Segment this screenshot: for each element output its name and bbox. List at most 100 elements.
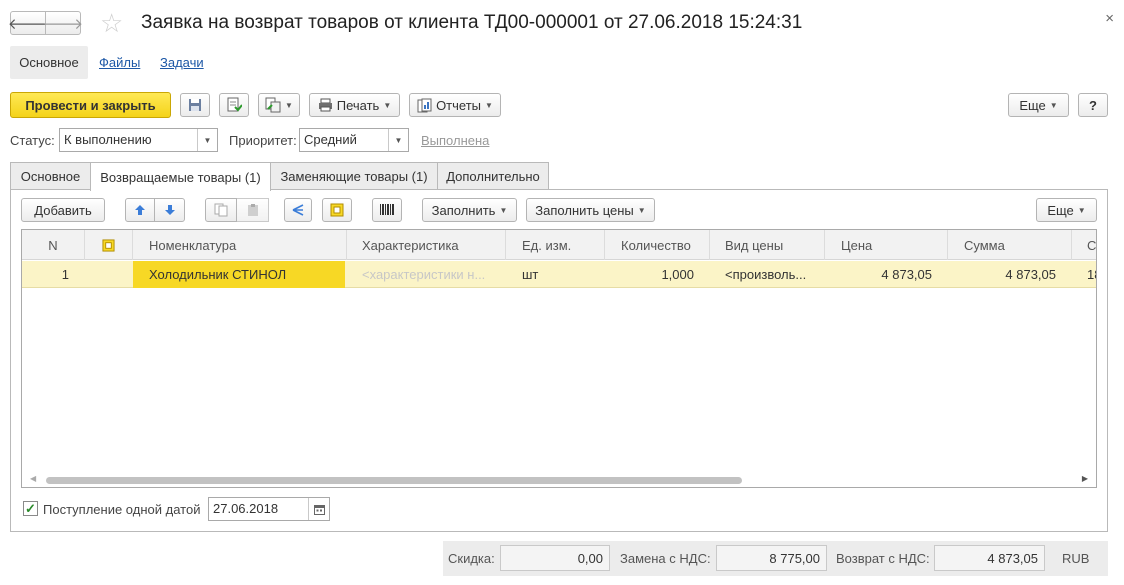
print-button[interactable]: Печать ▼ (309, 93, 400, 117)
scroll-left-icon[interactable]: ◀ (30, 474, 36, 483)
chevron-down-icon: ▼ (1049, 100, 1058, 110)
reports-label: Отчеты (436, 97, 481, 113)
table-more-button[interactable]: Еще ▼ (1036, 198, 1097, 222)
fill-button[interactable]: Заполнить ▼ (422, 198, 517, 222)
totals-bar: Скидка: 0,00 Замена с НДС: 8 775,00 Возв… (443, 541, 1108, 576)
receipt-date-field[interactable]: 27.06.2018 (208, 497, 330, 521)
cell-unit[interactable]: шт (506, 261, 605, 288)
save-icon (189, 99, 201, 111)
chevron-down-icon[interactable]: ▼ (197, 129, 217, 151)
arrow-up-icon (135, 205, 145, 215)
calendar-icon[interactable] (308, 498, 329, 520)
favorite-star-icon[interactable]: ☆ (100, 8, 123, 38)
post-document-icon (227, 97, 242, 112)
chevron-down-icon: ▼ (383, 100, 392, 110)
fill-prices-label: Заполнить цены (535, 202, 634, 218)
save-button[interactable] (180, 93, 210, 117)
horizontal-scrollbar[interactable]: ◀ ▶ (22, 473, 1096, 487)
select-goods-icon (102, 238, 115, 252)
scroll-thumb[interactable] (46, 477, 742, 484)
move-up-button[interactable] (125, 198, 155, 222)
table-more-label: Еще (1047, 202, 1074, 218)
select-goods-icon (330, 203, 344, 217)
discount-label: Скидка: (448, 551, 495, 566)
tab-returned-goods[interactable]: Возвращаемые товары (1) (90, 162, 271, 191)
status-value: К выполнению (64, 132, 152, 147)
cell-icon[interactable] (85, 261, 133, 288)
section-files-link[interactable]: Файлы (99, 55, 140, 70)
receipt-date-value: 27.06.2018 (213, 501, 279, 516)
reports-icon (417, 98, 432, 112)
priority-value: Средний (304, 132, 357, 147)
section-tasks-link[interactable]: Задачи (160, 55, 204, 70)
forward-button[interactable]: 🡒 (42, 11, 84, 35)
single-date-checkbox[interactable]: ✓ (23, 501, 38, 516)
help-button[interactable]: ? (1078, 93, 1108, 117)
chevron-down-icon: ▼ (499, 205, 508, 215)
returned-goods-table[interactable]: N Номенклатура Характеристика Ед. изм. К… (21, 229, 1097, 488)
fill-prices-button[interactable]: Заполнить цены ▼ (526, 198, 655, 222)
col-header-sum[interactable]: Сумма (948, 230, 1072, 260)
tab-main[interactable]: Основное (10, 162, 91, 190)
create-based-on-button[interactable]: ▼ (258, 93, 300, 117)
more-button[interactable]: Еще ▼ (1008, 93, 1069, 117)
section-main[interactable]: Основное (10, 46, 88, 79)
col-header-price[interactable]: Цена (825, 230, 948, 260)
tab-replacement-goods[interactable]: Заменяющие товары (1) (270, 162, 438, 190)
add-row-button[interactable]: Добавить (21, 198, 105, 222)
col-header-icon[interactable] (85, 230, 133, 260)
done-link[interactable]: Выполнена (421, 133, 489, 148)
col-header-price-type[interactable]: Вид цены (710, 230, 825, 260)
chevron-down-icon[interactable]: ▼ (388, 129, 408, 151)
col-header-quantity[interactable]: Количество (605, 230, 710, 260)
paste-button[interactable] (236, 198, 269, 222)
printer-icon (318, 98, 332, 112)
return-value: 4 873,05 (934, 545, 1045, 571)
col-header-nomenclature[interactable]: Номенклатура (133, 230, 347, 260)
split-icon (292, 204, 304, 216)
reports-button[interactable]: Отчеты ▼ (409, 93, 501, 117)
cell-n[interactable]: 1 (22, 261, 85, 288)
barcode-icon (380, 204, 394, 215)
post-document-button[interactable] (219, 93, 249, 117)
cell-extra[interactable]: 18 (1072, 261, 1096, 288)
copy-icon (214, 203, 228, 217)
cell-quantity[interactable]: 1,000 (605, 261, 710, 288)
barcode-button[interactable] (372, 198, 402, 222)
more-label: Еще (1019, 97, 1046, 113)
col-header-unit[interactable]: Ед. изм. (506, 230, 605, 260)
return-label: Возврат с НДС: (836, 551, 930, 566)
back-button[interactable]: 🡐 (8, 11, 48, 35)
single-date-label: Поступление одной датой (43, 502, 201, 517)
col-header-characteristic[interactable]: Характеристика (347, 230, 506, 260)
page-title: Заявка на возврат товаров от клиента ТД0… (141, 12, 803, 33)
paste-icon (247, 204, 258, 216)
replacement-value: 8 775,00 (716, 545, 827, 571)
cell-price[interactable]: 4 873,05 (825, 261, 948, 288)
col-header-n[interactable]: N (22, 230, 85, 260)
table-row[interactable]: 1 Холодильник СТИНОЛ <характеристики н..… (22, 261, 1096, 288)
cell-nomenclature[interactable]: Холодильник СТИНОЛ (133, 261, 345, 288)
select-goods-button[interactable] (322, 198, 352, 222)
table-header: N Номенклатура Характеристика Ед. изм. К… (22, 230, 1096, 260)
copy-button[interactable] (205, 198, 237, 222)
cell-price-type[interactable]: <произволь... (710, 261, 825, 288)
arrow-down-icon (164, 205, 175, 215)
chevron-down-icon: ▼ (285, 100, 293, 110)
chevron-down-icon: ▼ (485, 100, 493, 110)
scroll-right-icon[interactable]: ▶ (1082, 474, 1088, 483)
currency-label: RUB (1062, 551, 1090, 566)
cell-sum[interactable]: 4 873,05 (948, 261, 1072, 288)
replacement-label: Замена с НДС: (620, 551, 711, 566)
split-row-button[interactable] (284, 198, 312, 222)
cell-characteristic[interactable]: <характеристики н... (347, 261, 506, 288)
arrow-right-icon: 🡒 (42, 15, 84, 33)
post-and-close-button[interactable]: Провести и закрыть (10, 92, 171, 118)
col-header-extra[interactable]: С (1072, 230, 1096, 260)
priority-select[interactable]: Средний ▼ (299, 128, 409, 152)
move-down-button[interactable] (154, 198, 185, 222)
priority-label: Приоритет: (229, 133, 297, 148)
status-select[interactable]: К выполнению ▼ (59, 128, 218, 152)
close-icon[interactable]: × (1105, 10, 1114, 27)
tab-additional[interactable]: Дополнительно (437, 162, 549, 190)
